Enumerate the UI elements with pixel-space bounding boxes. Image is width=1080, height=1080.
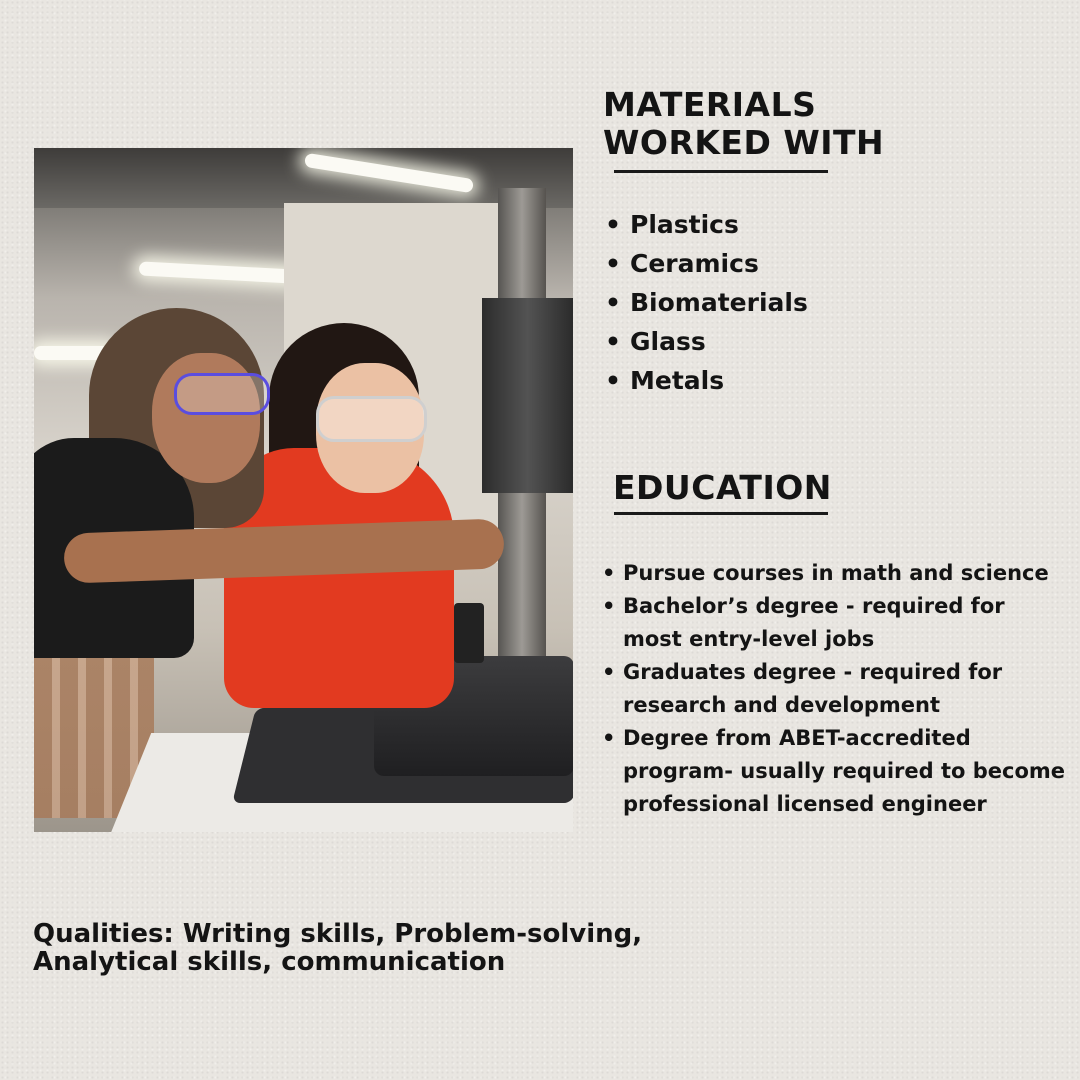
safety-goggles xyxy=(174,373,270,415)
ceiling xyxy=(34,148,573,208)
education-list: Pursue courses in math and science Bache… xyxy=(600,557,1070,821)
materials-heading-underline xyxy=(614,170,828,173)
list-item: Plastics xyxy=(605,205,808,244)
list-item: Degree from ABET-accredited program- usu… xyxy=(600,722,1070,821)
list-item: Ceramics xyxy=(605,244,808,283)
materials-list: Plastics Ceramics Biomaterials Glass Met… xyxy=(605,205,808,400)
machine-knob xyxy=(454,603,484,663)
list-item: Pursue courses in math and science xyxy=(600,557,1070,590)
machine-head xyxy=(482,298,573,493)
lab-photo xyxy=(34,148,573,832)
list-item: Bachelor’s degree - required for most en… xyxy=(600,590,1070,656)
list-item: Metals xyxy=(605,361,808,400)
safety-goggles xyxy=(316,396,427,442)
qualities-text: Qualities: Writing skills, Problem-solvi… xyxy=(33,919,643,977)
list-item: Graduates degree - required for research… xyxy=(600,656,1070,722)
education-heading-underline xyxy=(614,512,828,515)
list-item: Glass xyxy=(605,322,808,361)
education-heading: EDUCATION xyxy=(613,468,832,507)
materials-heading: MATERIALS WORKED WITH xyxy=(603,85,885,162)
list-item: Biomaterials xyxy=(605,283,808,322)
